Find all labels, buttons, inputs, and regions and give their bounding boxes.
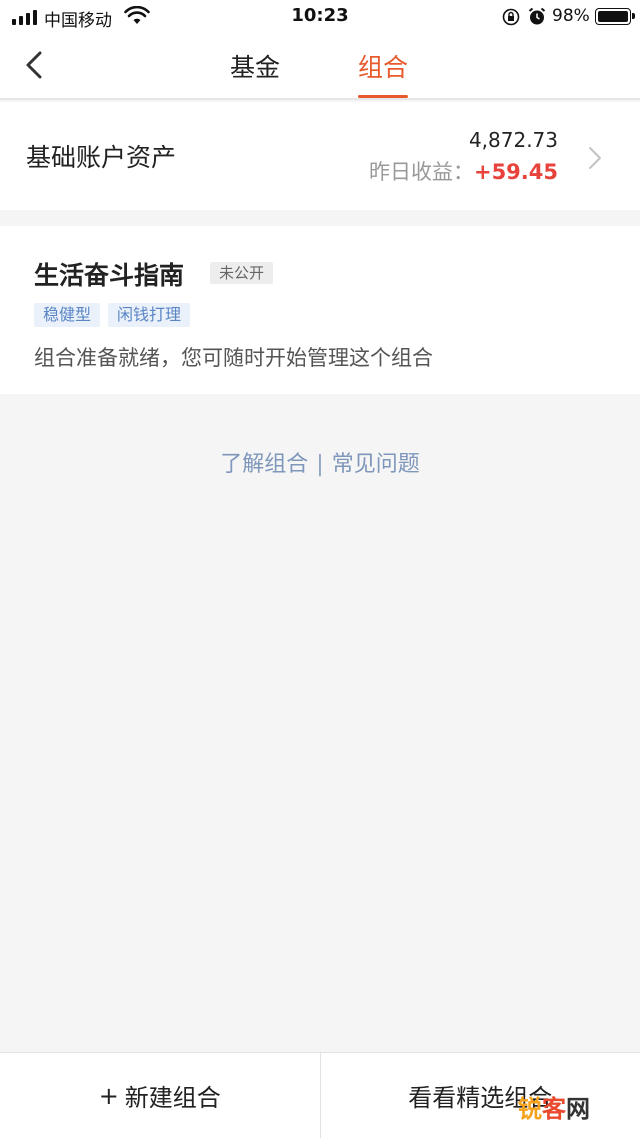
tab-portfolio-label: 组合 [358, 53, 409, 82]
visibility-badge: 未公开 [210, 262, 274, 284]
yesterday-earnings: 昨日收益：+59.45 [369, 156, 558, 186]
active-tab-indicator [358, 95, 409, 98]
tag-idle-money: 闲钱打理 [108, 303, 191, 327]
portfolio-description: 组合准备就绪，您可随时开始管理这个组合 [34, 346, 433, 370]
new-portfolio-button[interactable]: + 新建组合 [0, 1053, 320, 1138]
portfolio-card[interactable]: 生活奋斗指南 未公开 稳健型 闲钱打理 组合准备就绪，您可随时开始管理这个组合 [0, 226, 640, 394]
help-links: 了解组合 | 常见问题 [0, 446, 640, 478]
chevron-right-icon [589, 147, 601, 169]
basic-account-assets-row[interactable]: 基础账户资产 4,872.73 昨日收益：+59.45 [0, 102, 640, 210]
status-bar: 中国移动 10:23 98% [0, 0, 640, 34]
rotation-lock-icon [502, 8, 520, 26]
new-portfolio-label: 新建组合 [124, 1084, 221, 1112]
yesterday-earnings-value: +59.45 [473, 160, 558, 184]
plus-icon: + [98, 1081, 119, 1110]
featured-portfolios-button[interactable]: 看看精选组合 [319, 1053, 640, 1138]
tag-risk-type: 稳健型 [34, 303, 101, 327]
alarm-icon [528, 7, 546, 25]
tab-fund[interactable]: 基金 [230, 48, 280, 98]
back-arrow-icon[interactable] [22, 50, 46, 80]
yesterday-earnings-label: 昨日收益： [368, 160, 474, 184]
top-navigation: 基金 组合 [0, 34, 640, 100]
faq-link[interactable]: 常见问题 [332, 452, 420, 477]
tab-portfolio[interactable]: 组合 [358, 48, 409, 98]
tab-fund-label: 基金 [230, 53, 281, 82]
assets-amount: 4,872.73 [468, 128, 558, 152]
assets-label: 基础账户资产 [26, 143, 177, 172]
link-separator: | [316, 452, 324, 477]
site-watermark: 锐客网 [518, 1095, 590, 1123]
battery-icon [595, 8, 635, 25]
portfolio-tags: 稳健型 闲钱打理 [34, 303, 191, 327]
portfolio-name: 生活奋斗指南 [34, 261, 185, 290]
battery-percent: 98% [552, 6, 590, 26]
learn-portfolio-link[interactable]: 了解组合 [220, 452, 308, 477]
